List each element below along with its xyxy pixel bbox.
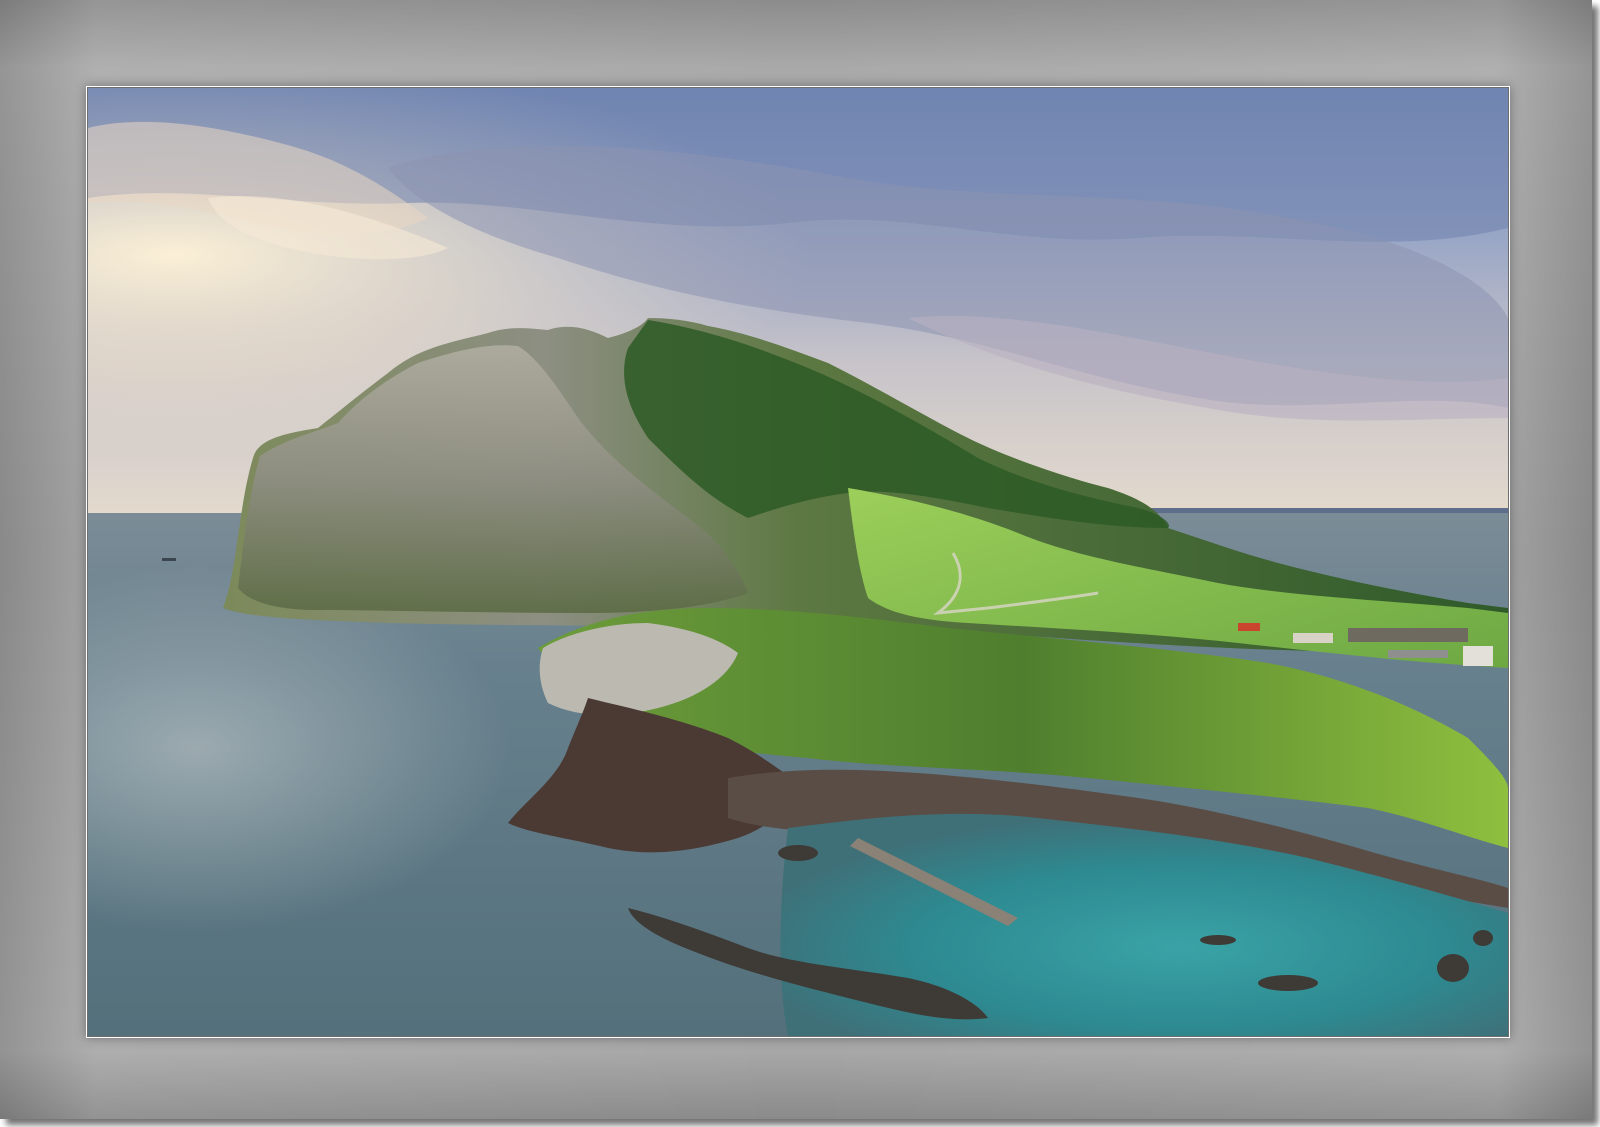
boat — [162, 558, 176, 561]
landscape-photo — [88, 88, 1508, 1036]
